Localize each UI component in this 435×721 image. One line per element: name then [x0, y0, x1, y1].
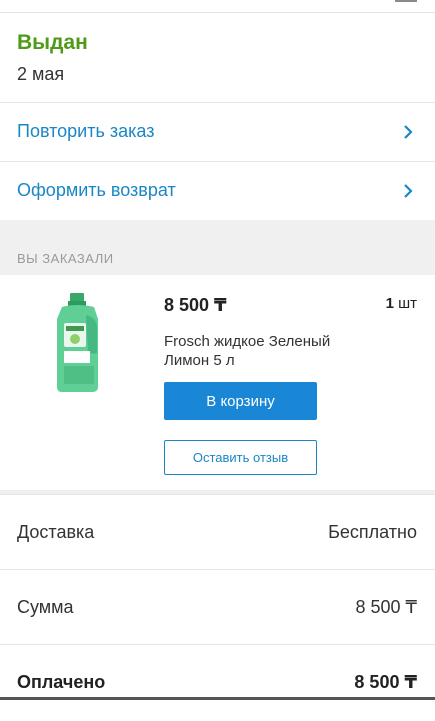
ordered-section-header — [0, 220, 435, 275]
delivery-label: Доставка — [17, 522, 95, 542]
chevron-right-icon — [404, 184, 413, 198]
order-item: 8 500 ₸ 1 шт Frosch жидкое Зеленый Лимон… — [0, 275, 435, 490]
top-bar — [0, 0, 435, 13]
return-order-button[interactable]: Оформить возврат — [0, 161, 435, 220]
item-name[interactable]: Frosch жидкое Зеленый Лимон 5 л — [164, 332, 374, 370]
paid-row: Оплачено 8 500 ₸ — [0, 644, 435, 721]
delivery-value: Бесплатно — [328, 522, 417, 542]
item-quantity-unit: шт — [398, 295, 417, 312]
add-to-cart-button[interactable]: В корзину — [164, 382, 317, 420]
sum-row: Сумма 8 500 ₸ — [0, 569, 435, 646]
order-header: Выдан 2 мая — [0, 13, 435, 102]
sum-value: 8 500 ₸ — [355, 597, 418, 617]
ordered-section-title: ВЫ ЗАКАЗАЛИ — [17, 251, 114, 266]
repeat-order-label: Повторить заказ — [17, 121, 155, 141]
item-quantity: 1 шт — [386, 295, 417, 312]
sum-label: Сумма — [17, 597, 74, 617]
return-order-label: Оформить возврат — [17, 180, 176, 200]
paid-label: Оплачено — [17, 672, 106, 692]
repeat-order-button[interactable]: Повторить заказ — [0, 102, 435, 161]
item-price: 8 500 ₸ — [164, 295, 227, 315]
order-status: Выдан — [17, 31, 88, 54]
chevron-right-icon — [404, 125, 413, 139]
delivery-row: Доставка Бесплатно — [0, 494, 435, 571]
paid-value: 8 500 ₸ — [354, 672, 417, 692]
order-date: 2 мая — [17, 64, 65, 84]
menu-icon[interactable] — [395, 0, 417, 2]
item-quantity-value: 1 — [385, 295, 394, 312]
leave-review-button[interactable]: Оставить отзыв — [164, 440, 317, 475]
product-image — [57, 293, 98, 392]
